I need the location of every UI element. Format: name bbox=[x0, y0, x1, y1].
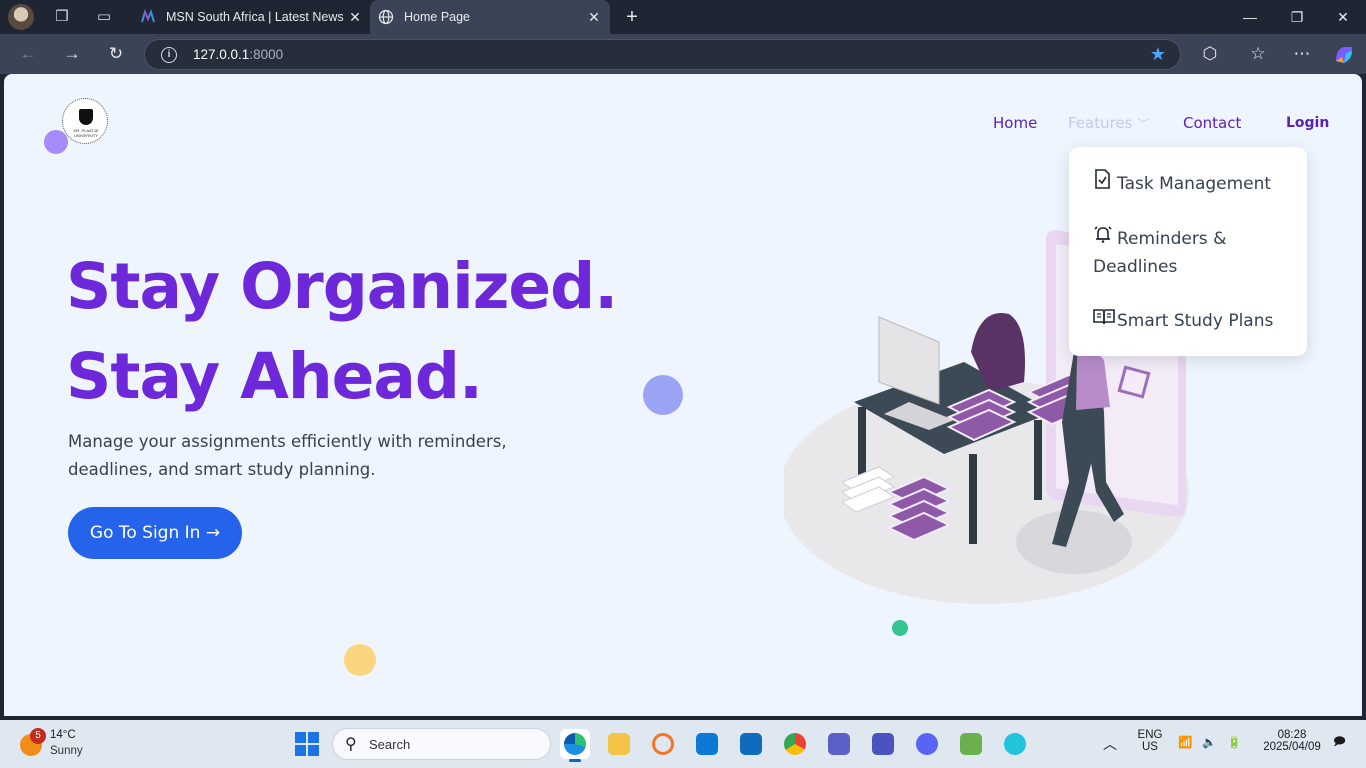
jupyter-icon[interactable] bbox=[648, 729, 678, 759]
extensions-icon[interactable]: ⬡ bbox=[1198, 42, 1222, 66]
language-code: ENG bbox=[1137, 729, 1163, 741]
notification-badge: 5 bbox=[30, 728, 46, 744]
nav-home[interactable]: Home bbox=[993, 114, 1037, 132]
profile-avatar[interactable] bbox=[8, 4, 34, 30]
favorites-icon[interactable]: ☆ bbox=[1246, 42, 1270, 66]
outlook-icon[interactable] bbox=[736, 729, 766, 759]
tab-home-page[interactable]: Home Page ✕ bbox=[370, 0, 610, 34]
browser-tab-strip: ❒ ▭ MSN South Africa | Latest News, F ✕ … bbox=[0, 0, 1366, 34]
decor-dot-green bbox=[892, 620, 908, 636]
workspaces-icon[interactable]: ❒ bbox=[51, 6, 73, 28]
file-explorer-icon[interactable] bbox=[604, 729, 634, 759]
app-hexagon-icon[interactable] bbox=[956, 729, 986, 759]
canva-icon[interactable] bbox=[1000, 729, 1030, 759]
chrome-icon[interactable] bbox=[780, 729, 810, 759]
language-indicator[interactable]: ENG US bbox=[1136, 729, 1164, 753]
more-menu-icon[interactable]: ⋯ bbox=[1290, 42, 1314, 66]
clipboard-check-icon bbox=[1093, 169, 1117, 198]
chevron-down-icon: ﹀ bbox=[1137, 117, 1150, 131]
clock[interactable]: 08:28 2025/04/09 bbox=[1256, 729, 1328, 753]
refresh-icon[interactable]: ↻ bbox=[104, 42, 128, 66]
teams-icon[interactable] bbox=[868, 729, 898, 759]
page-viewport: DR. PLAATJE UNIVERSITY Home Features ﹀ C… bbox=[4, 74, 1362, 716]
hero-line-1: Stay Organized. bbox=[66, 250, 618, 323]
tab-title: MSN South Africa | Latest News, F bbox=[166, 10, 344, 24]
close-tab-icon[interactable]: ✕ bbox=[346, 8, 364, 26]
weather-condition: Sunny bbox=[50, 745, 83, 757]
show-hidden-icons[interactable]: ︿ bbox=[1103, 734, 1117, 754]
windows-start-icon[interactable] bbox=[295, 732, 319, 756]
open-book-icon bbox=[1093, 307, 1117, 335]
menu-item-reminders-deadlines[interactable]: Reminders & Deadlines bbox=[1093, 224, 1289, 281]
close-window-icon[interactable]: ✕ bbox=[1331, 6, 1355, 28]
forward-icon[interactable]: → bbox=[60, 42, 84, 66]
copilot-icon[interactable] bbox=[1332, 43, 1356, 67]
battery-icon[interactable]: 🔋 bbox=[1227, 735, 1241, 749]
nav-features[interactable]: Features ﹀ bbox=[1068, 114, 1149, 132]
decor-dot-purple bbox=[44, 130, 68, 154]
msn-icon bbox=[141, 9, 155, 23]
tab-title: Home Page bbox=[404, 10, 471, 24]
features-dropdown: Task Management Reminders & Deadlines Sm… bbox=[1069, 147, 1307, 356]
nav-contact[interactable]: Contact bbox=[1183, 114, 1241, 132]
hero-title: Stay Organized. Stay Ahead. bbox=[66, 242, 618, 422]
menu-item-label: Task Management bbox=[1117, 174, 1272, 194]
taskbar-search[interactable]: ⚲ Search bbox=[332, 728, 551, 760]
teams-classic-icon[interactable] bbox=[824, 729, 854, 759]
hero-subtitle: Manage your assignments efficiently with… bbox=[68, 432, 507, 479]
temperature: 14°C bbox=[50, 729, 76, 741]
decor-dot-yellow bbox=[344, 644, 376, 676]
url-text[interactable]: 127.0.0.1:8000 bbox=[193, 47, 283, 62]
minimize-icon[interactable]: — bbox=[1238, 6, 1262, 28]
clock-date: 2025/04/09 bbox=[1263, 741, 1321, 753]
globe-icon bbox=[378, 9, 394, 25]
wifi-icon[interactable]: 📶 bbox=[1178, 735, 1192, 749]
vertical-tabs-icon[interactable]: ▭ bbox=[93, 6, 115, 28]
notifications-icon[interactable]: 🗩 bbox=[1333, 734, 1346, 753]
close-tab-icon[interactable]: ✕ bbox=[585, 8, 603, 26]
url-port: :8000 bbox=[249, 47, 284, 62]
clock-time: 08:28 bbox=[1277, 729, 1307, 741]
menu-item-task-management[interactable]: Task Management bbox=[1093, 169, 1289, 198]
favorite-star-icon[interactable]: ★ bbox=[1150, 44, 1166, 65]
new-tab-icon[interactable]: + bbox=[620, 5, 644, 29]
restore-icon[interactable]: ❐ bbox=[1285, 6, 1309, 28]
site-info-icon[interactable]: i bbox=[161, 47, 177, 63]
browser-toolbar: ← → ↻ i 127.0.0.1:8000 ★ ⬡ ☆ ⋯ bbox=[0, 34, 1366, 74]
vscode-icon[interactable] bbox=[692, 729, 722, 759]
edge-icon[interactable] bbox=[560, 729, 590, 762]
nav-login[interactable]: Login bbox=[1286, 115, 1329, 131]
shield-icon bbox=[79, 109, 93, 125]
logo-caption: DR. PLAATJE UNIVERSITY bbox=[73, 128, 99, 138]
nav-features-label: Features bbox=[1068, 114, 1133, 132]
volume-icon[interactable]: 🔈 bbox=[1202, 735, 1216, 749]
back-icon[interactable]: ← bbox=[16, 42, 40, 66]
tab-msn[interactable]: MSN South Africa | Latest News, F ✕ bbox=[132, 0, 368, 34]
address-bar[interactable]: i 127.0.0.1:8000 ★ bbox=[144, 39, 1181, 70]
region-code: US bbox=[1142, 741, 1158, 753]
university-logo[interactable]: DR. PLAATJE UNIVERSITY bbox=[62, 98, 108, 144]
url-host: 127.0.0.1 bbox=[193, 47, 250, 62]
hero-line-2: Stay Ahead. bbox=[66, 340, 483, 413]
alarm-bell-icon bbox=[1093, 224, 1117, 253]
windows-taskbar: 5 14°C Sunny ⚲ Search ︿ ENG US 📶 🔈 🔋 08:… bbox=[0, 720, 1366, 768]
menu-item-smart-study-plans[interactable]: Smart Study Plans bbox=[1093, 307, 1289, 335]
discord-icon[interactable] bbox=[912, 729, 942, 759]
decor-dot-periwinkle bbox=[643, 375, 683, 415]
search-icon: ⚲ bbox=[345, 736, 357, 753]
menu-item-label: Smart Study Plans bbox=[1117, 311, 1274, 331]
search-placeholder: Search bbox=[369, 737, 411, 752]
go-to-sign-in-button[interactable]: Go To Sign In → bbox=[68, 507, 242, 559]
